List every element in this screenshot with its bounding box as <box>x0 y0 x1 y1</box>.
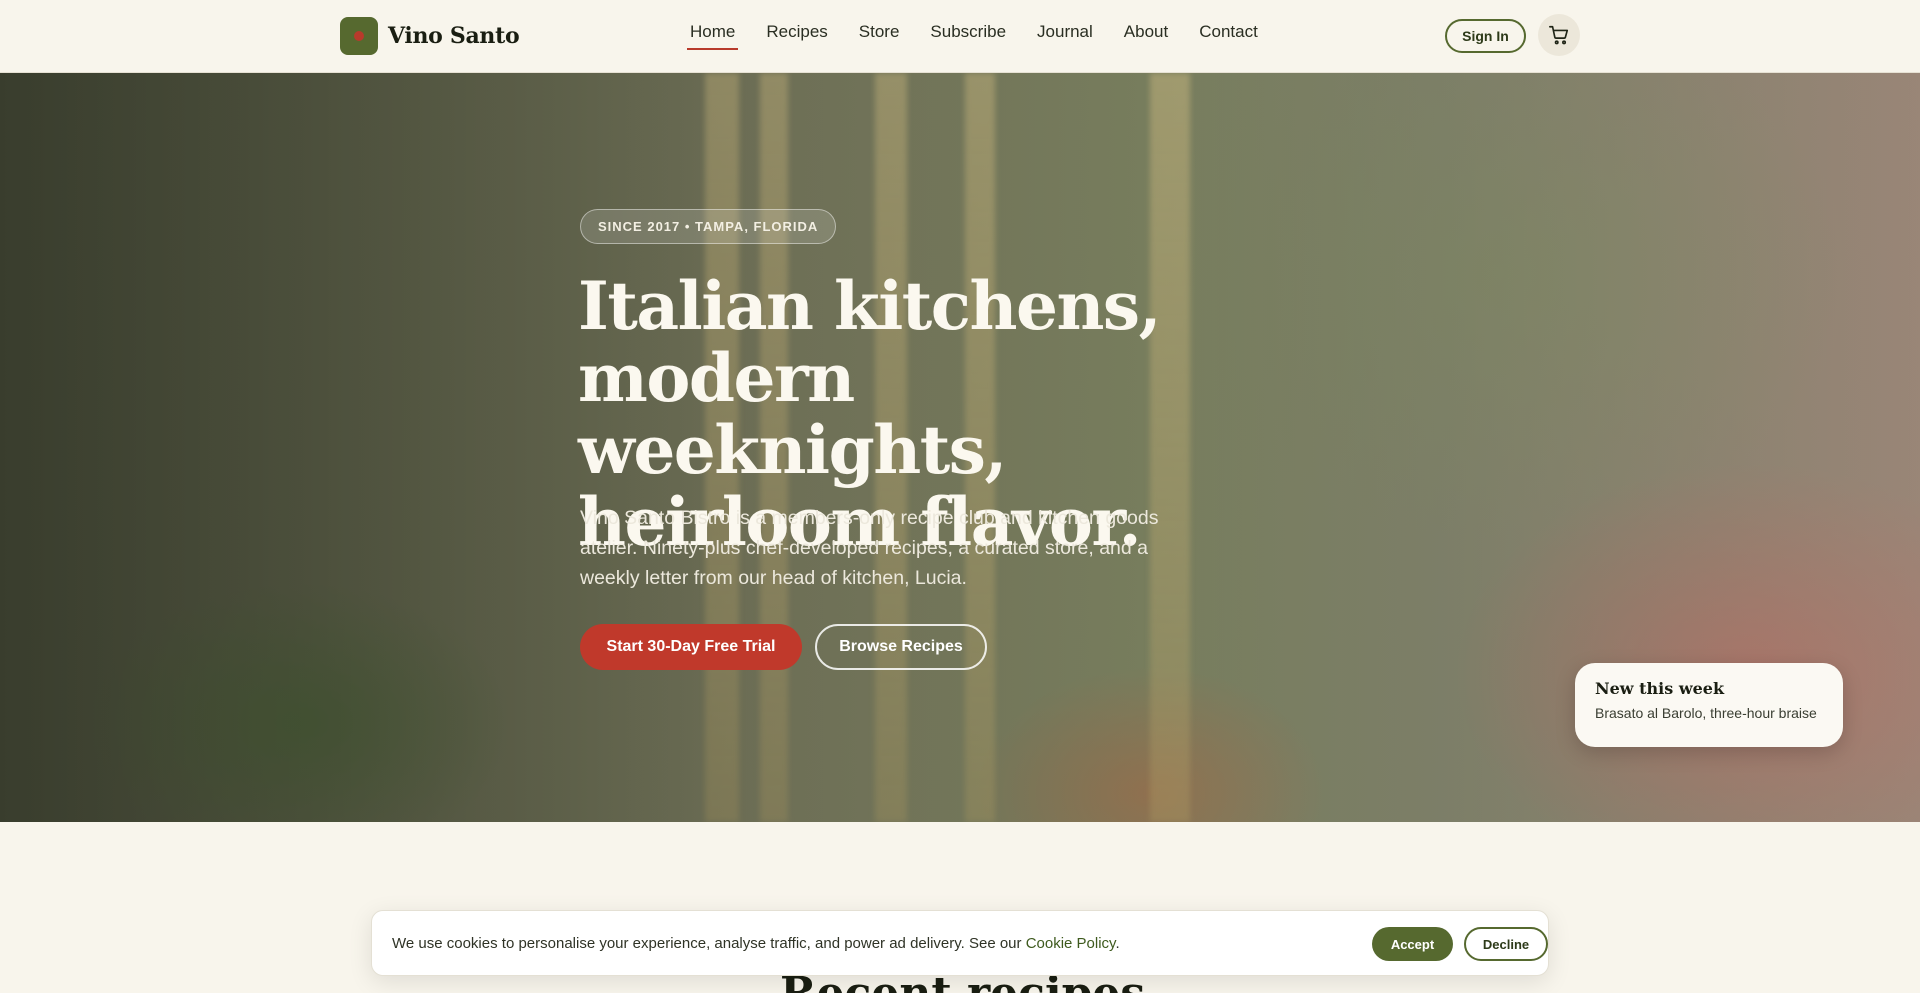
nav-item-store[interactable]: Store <box>859 22 900 48</box>
nav-item-home[interactable]: Home <box>686 22 739 50</box>
nav-item-subscribe[interactable]: Subscribe <box>930 22 1006 48</box>
cookie-accept-button[interactable]: Accept <box>1372 927 1453 961</box>
nav-item-contact[interactable]: Contact <box>1199 22 1258 48</box>
nav-item-recipes[interactable]: Recipes <box>766 22 827 48</box>
nav-item-journal[interactable]: Journal <box>1037 22 1093 48</box>
new-card-subtitle: Brasato al Barolo, three-hour braise <box>1595 705 1817 721</box>
hero-badge: SINCE 2017 • TAMPA, FLORIDA <box>580 209 837 244</box>
new-card-title: New this week <box>1595 679 1725 698</box>
cookie-banner: We use cookies to personalise your exper… <box>371 910 1549 976</box>
start-trial-button[interactable]: Start 30-Day Free Trial <box>580 624 802 670</box>
hero-section: SINCE 2017 • TAMPA, FLORIDA Italian kitc… <box>0 73 1920 822</box>
brand-name: Vino Santo <box>388 23 520 49</box>
browse-recipes-button[interactable]: Browse Recipes <box>815 624 987 670</box>
cart-button[interactable] <box>1538 14 1580 56</box>
cookie-policy-link[interactable]: Cookie Policy <box>1026 935 1116 952</box>
new-this-week-card[interactable]: New this week Brasato al Barolo, three-h… <box>1575 663 1843 747</box>
hero-description: Vino Santo Bistro is a members-only reci… <box>580 507 1159 589</box>
cookie-message: We use cookies to personalise your exper… <box>392 935 1120 952</box>
brand-logo-icon <box>340 17 378 55</box>
site-header: Vino Santo Home Recipes Store Subscribe … <box>0 0 1920 73</box>
cookie-decline-button[interactable]: Decline <box>1464 927 1548 961</box>
brand[interactable]: Vino Santo <box>340 17 520 55</box>
main-nav: Home Recipes Store Subscribe Journal Abo… <box>686 22 1258 50</box>
nav-item-about[interactable]: About <box>1124 22 1168 48</box>
cart-icon <box>1549 25 1569 45</box>
sign-in-button[interactable]: Sign In <box>1445 19 1526 53</box>
